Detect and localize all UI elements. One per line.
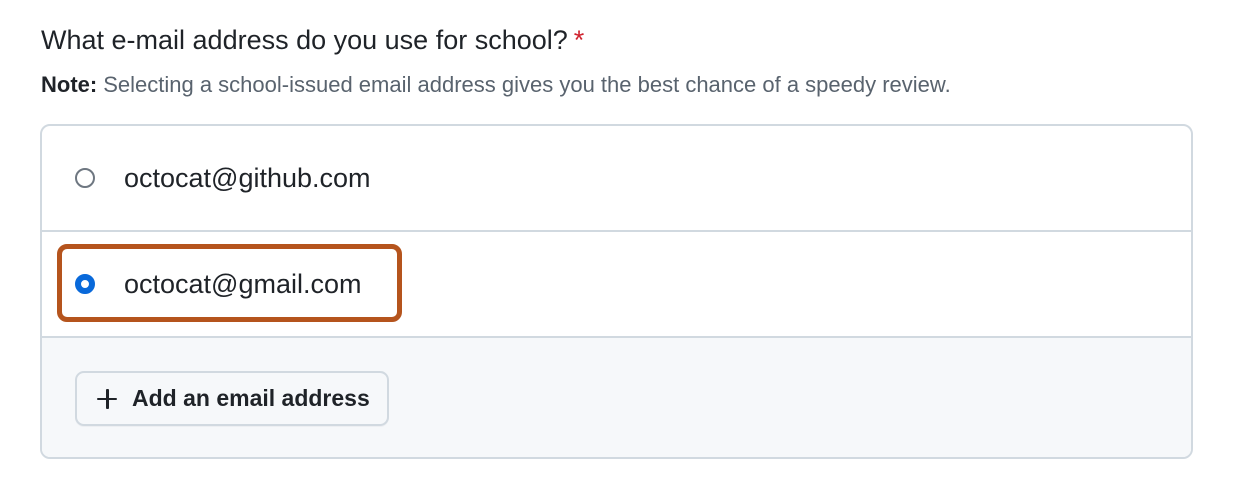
- add-email-footer: Add an email address: [42, 338, 1191, 457]
- note-label: Note:: [41, 72, 98, 97]
- email-option-github[interactable]: octocat@github.com: [42, 126, 1191, 232]
- radio-button-unchecked[interactable]: [75, 168, 95, 188]
- plus-icon: [96, 388, 118, 410]
- required-indicator: *: [573, 25, 585, 55]
- question-text: What e-mail address do you use for schoo…: [41, 25, 568, 55]
- email-option-gmail[interactable]: octocat@gmail.com: [42, 232, 1191, 338]
- radio-button-checked[interactable]: [75, 274, 95, 294]
- question-label: What e-mail address do you use for schoo…: [41, 22, 584, 58]
- add-email-button-label: Add an email address: [132, 385, 370, 411]
- email-selection-form: What e-mail address do you use for schoo…: [0, 0, 1238, 488]
- email-option-label: octocat@github.com: [124, 163, 371, 193]
- email-options-list: octocat@github.com octocat@gmail.com Add…: [40, 124, 1193, 459]
- add-email-address-button[interactable]: Add an email address: [75, 371, 389, 426]
- note-text: Note: Selecting a school-issued email add…: [41, 70, 951, 100]
- email-option-label: octocat@gmail.com: [124, 269, 362, 299]
- note-body: Selecting a school-issued email address …: [103, 72, 951, 97]
